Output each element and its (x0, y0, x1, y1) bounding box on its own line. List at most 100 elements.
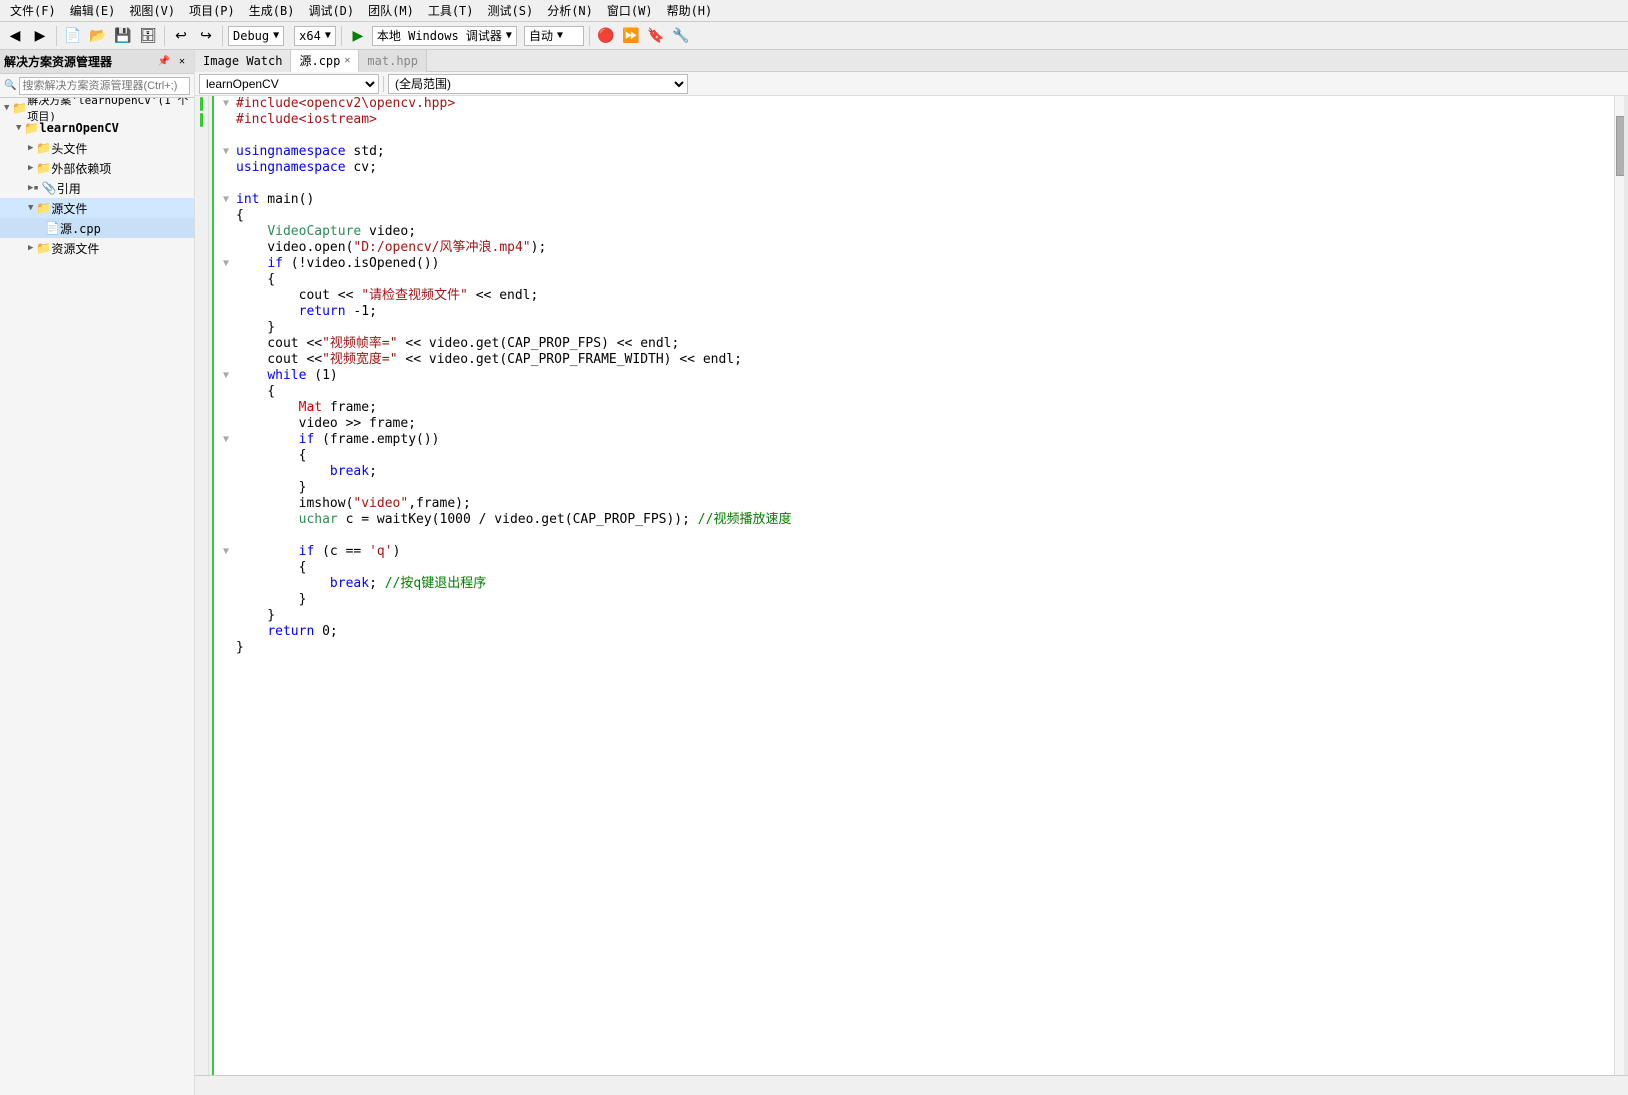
gutter-line (195, 368, 208, 384)
tree-item-headers[interactable]: ▶ 📁 头文件 (0, 138, 194, 158)
auto-dropdown-arrow: ▼ (557, 30, 563, 41)
menu-build[interactable]: 生成(B) (243, 0, 301, 21)
gutter-line (195, 592, 208, 608)
gutter-line (195, 128, 208, 144)
gutter-line (195, 112, 208, 128)
fold-indicator (220, 240, 232, 256)
code-line: } (214, 592, 1614, 608)
tool1-btn[interactable]: 🔧 (670, 25, 692, 47)
code-line: { (214, 208, 1614, 224)
code-line: ▼#include<opencv2\opencv.hpp> (214, 96, 1614, 112)
close-sidebar-btn[interactable]: ✕ (174, 54, 190, 70)
menu-bar: 文件(F) 编辑(E) 视图(V) 项目(P) 生成(B) 调试(D) 团队(M… (0, 0, 1628, 22)
run-btn[interactable]: ▶ (347, 25, 369, 47)
run-label-dropdown[interactable]: 本地 Windows 调试器 ▼ (372, 26, 517, 46)
open-btn[interactable]: 📂 (87, 25, 109, 47)
sep5 (341, 26, 342, 46)
fold-indicator[interactable]: ▼ (220, 96, 232, 112)
code-line: #include<iostream> (214, 112, 1614, 128)
sources-label: 源文件 (51, 200, 87, 217)
gutter-line (195, 576, 208, 592)
external-label: 外部依赖项 (51, 160, 111, 177)
fold-indicator (220, 624, 232, 640)
project-icon: 📁 (24, 121, 39, 135)
fold-indicator[interactable]: ▼ (220, 432, 232, 448)
right-scrollbar[interactable] (1614, 96, 1628, 1075)
tree-item-refs[interactable]: ▶▪ 📎 引用 (0, 178, 194, 198)
step-btn[interactable]: ⏩ (620, 25, 642, 47)
menu-analyze[interactable]: 分析(N) (541, 0, 599, 21)
menu-project[interactable]: 项目(P) (183, 0, 241, 21)
pin-btn[interactable]: 📌 (156, 54, 172, 70)
code-line: ▼using namespace std; (214, 144, 1614, 160)
active-tab-cpp[interactable]: 源.cpp ✕ (291, 50, 359, 72)
scope-dropdown[interactable]: learnOpenCV (199, 74, 379, 94)
redo-btn[interactable]: ↪ (195, 25, 217, 47)
headers-label: 头文件 (51, 140, 87, 157)
save-btn[interactable]: 💾 (112, 25, 134, 47)
green-bar-mark (200, 113, 203, 127)
save-all-btn[interactable]: 🗄 (137, 25, 159, 47)
sidebar-search: 🔍 (0, 74, 194, 98)
bp-btn[interactable]: 🔴 (595, 25, 617, 47)
menu-view[interactable]: 视图(V) (123, 0, 181, 21)
code-line: ▼int main() (214, 192, 1614, 208)
code-editor: ▼#include<opencv2\opencv.hpp> #include<i… (195, 96, 1628, 1075)
tree-item-external[interactable]: ▶ 📁 外部依赖项 (0, 158, 194, 178)
gutter-line (195, 656, 208, 672)
fold-indicator[interactable]: ▼ (220, 144, 232, 160)
fold-indicator[interactable]: ▼ (220, 192, 232, 208)
gutter-line (195, 528, 208, 544)
menu-debug[interactable]: 调试(D) (302, 0, 360, 21)
platform-dropdown-arrow: ▼ (325, 30, 331, 41)
sources-arrow: ▼ (28, 203, 33, 213)
menu-edit[interactable]: 编辑(E) (64, 0, 122, 21)
menu-file[interactable]: 文件(F) (4, 0, 62, 21)
fold-indicator (220, 160, 232, 176)
platform-dropdown[interactable]: x64 ▼ (294, 26, 336, 46)
solution-node[interactable]: ▼ 📁 解决方案'learnOpenCV'(1 个项目) (0, 98, 194, 118)
fold-indicator[interactable]: ▼ (220, 368, 232, 384)
search-input[interactable] (19, 77, 190, 95)
code-line: } (214, 608, 1614, 624)
gutter-line (195, 400, 208, 416)
tab-close-cpp[interactable]: ✕ (344, 55, 350, 66)
scrollbar-track-inner (1624, 96, 1628, 1075)
new-project-btn[interactable]: 📄 (62, 25, 84, 47)
code-line (214, 528, 1614, 544)
fold-indicator[interactable]: ▼ (220, 544, 232, 560)
tree-item-source-cpp[interactable]: 📄 源.cpp (0, 218, 194, 238)
run-label-text: 本地 Windows 调试器 (377, 27, 502, 44)
fold-indicator (220, 656, 232, 672)
fold-indicator (220, 128, 232, 144)
status-bar (195, 1075, 1628, 1095)
forward-btn[interactable]: ▶ (29, 25, 51, 47)
undo-btn[interactable]: ↩ (170, 25, 192, 47)
resources-arrow: ▶ (28, 243, 33, 253)
content-area: Image Watch 源.cpp ✕ mat.hpp learnOpenCV … (195, 50, 1628, 1095)
fold-indicator (220, 464, 232, 480)
menu-tools[interactable]: 工具(T) (422, 0, 480, 21)
bookmark-btn[interactable]: 🔖 (645, 25, 667, 47)
code-content[interactable]: ▼#include<opencv2\opencv.hpp> #include<i… (214, 96, 1614, 1075)
tab-mat-hpp[interactable]: mat.hpp (359, 50, 427, 72)
menu-window[interactable]: 窗口(W) (601, 0, 659, 21)
auto-dropdown[interactable]: 自动 ▼ (524, 26, 584, 46)
code-line: ▼ if (frame.empty()) (214, 432, 1614, 448)
fold-indicator (220, 352, 232, 368)
debug-mode-dropdown[interactable]: Debug ▼ (228, 26, 284, 46)
menu-test[interactable]: 测试(S) (482, 0, 540, 21)
gutter-line (195, 480, 208, 496)
gutter-line (195, 96, 208, 112)
global-scope-dropdown[interactable]: (全局范围) (388, 74, 688, 94)
menu-help[interactable]: 帮助(H) (661, 0, 719, 21)
fold-indicator[interactable]: ▼ (220, 256, 232, 272)
tree-item-sources[interactable]: ▼ 📁 源文件 (0, 198, 194, 218)
tree-item-resources[interactable]: ▶ 📁 资源文件 (0, 238, 194, 258)
back-btn[interactable]: ◀ (4, 25, 26, 47)
fold-indicator (220, 608, 232, 624)
menu-team[interactable]: 团队(M) (362, 0, 420, 21)
gutter-line (195, 432, 208, 448)
imagewatch-tab[interactable]: Image Watch (195, 50, 291, 72)
refs-arrow: ▶▪ (28, 183, 39, 193)
